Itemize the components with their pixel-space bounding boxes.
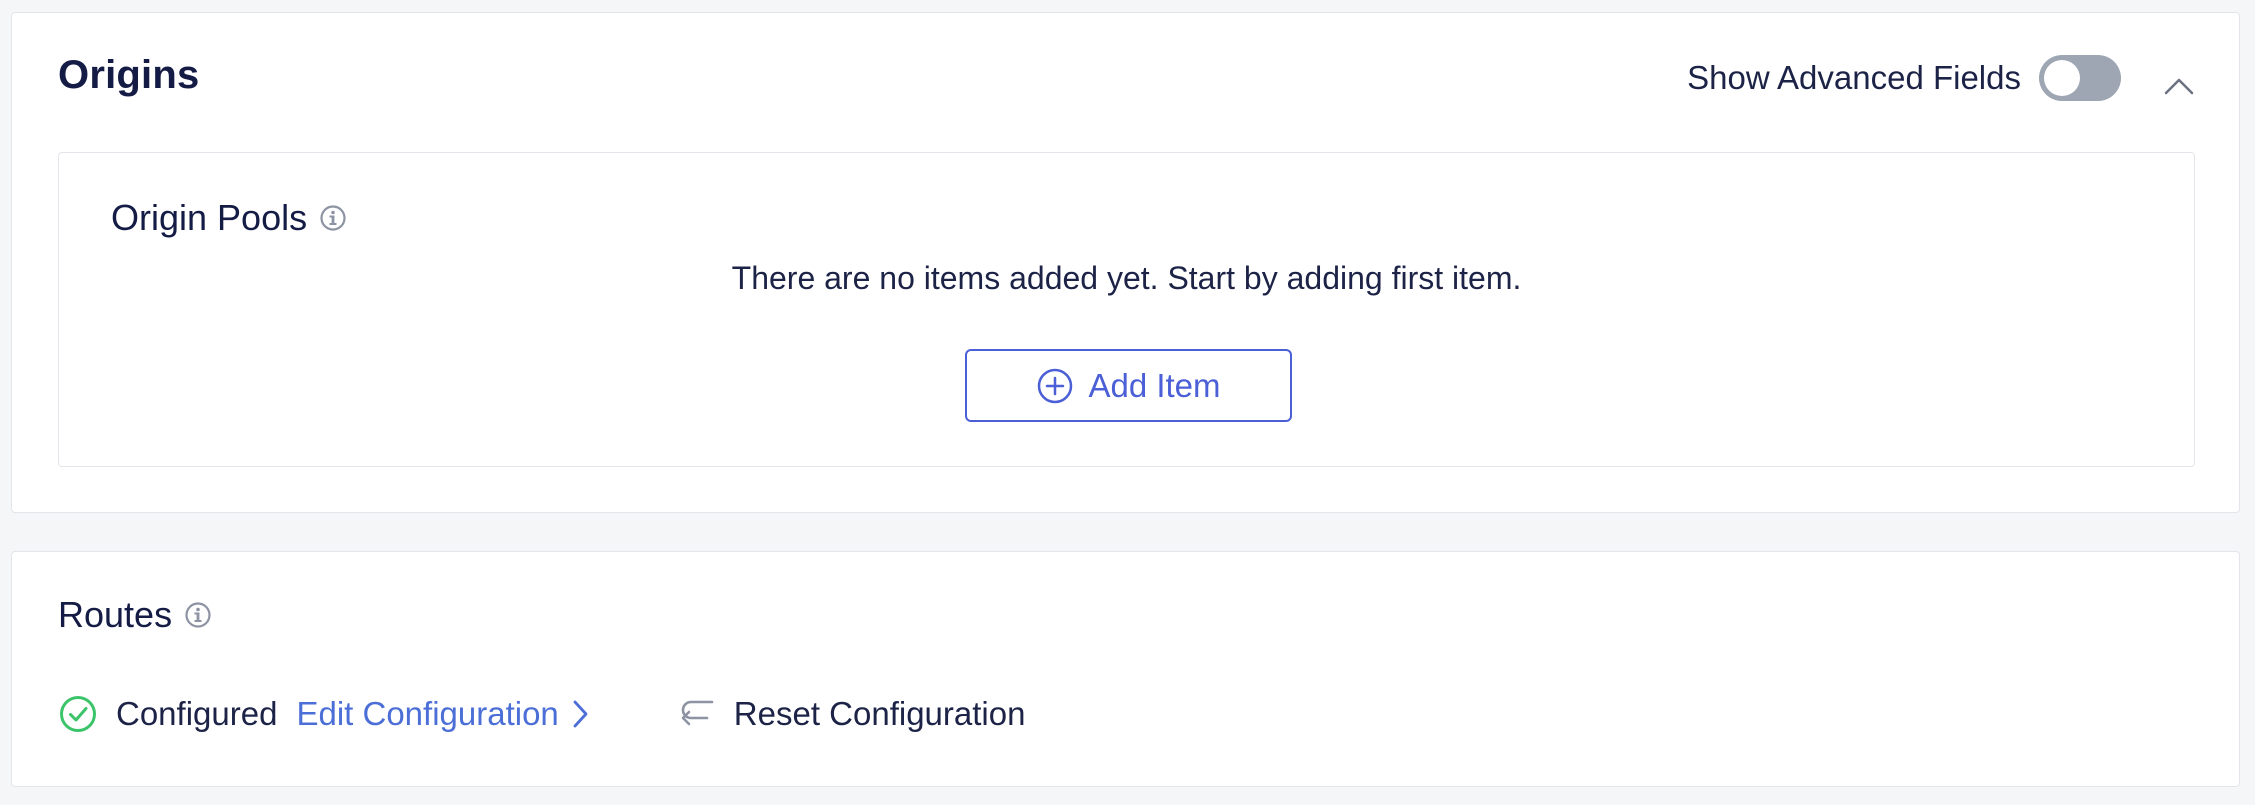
add-item-label: Add Item (1088, 366, 1221, 404)
edit-configuration-link[interactable]: Edit Configuration (296, 695, 594, 733)
empty-state-message: There are no items added yet. Start by a… (731, 260, 1522, 296)
configured-status: Configured (116, 695, 278, 732)
collapse-button[interactable] (2161, 71, 2197, 101)
origin-pools-panel: Origin Pools There are no items added ye… (58, 152, 2195, 467)
advanced-fields-label: Show Advanced Fields (1687, 59, 2021, 96)
edit-configuration-label: Edit Configuration (296, 695, 559, 732)
routes-section: Routes Configured Edit Configuration Res… (11, 551, 2240, 787)
info-icon[interactable] (184, 601, 212, 629)
chevron-up-icon (2164, 78, 2194, 95)
info-icon[interactable] (319, 204, 347, 232)
routes-status-row: Configured Edit Configuration Reset Conf… (58, 694, 1025, 734)
routes-heading: Routes (58, 594, 212, 636)
advanced-fields-control: Show Advanced Fields (1687, 55, 2121, 101)
return-arrow-icon (681, 700, 714, 726)
toggle-knob (2044, 60, 2080, 96)
origin-pools-heading: Origin Pools (111, 197, 347, 239)
advanced-fields-toggle[interactable] (2039, 55, 2121, 101)
origin-pools-title: Origin Pools (111, 197, 308, 238)
origins-title: Origins (58, 53, 200, 97)
plus-circle-icon (1038, 368, 1073, 403)
reset-configuration-button[interactable]: Reset Configuration (679, 695, 1026, 733)
check-circle-icon (60, 696, 96, 732)
routes-title: Routes (58, 594, 173, 635)
reset-configuration-label: Reset Configuration (733, 695, 1026, 732)
origins-section: Origins Show Advanced Fields Origin Pool… (11, 12, 2240, 513)
chevron-right-icon (573, 700, 588, 728)
add-item-button[interactable]: Add Item (965, 349, 1292, 422)
